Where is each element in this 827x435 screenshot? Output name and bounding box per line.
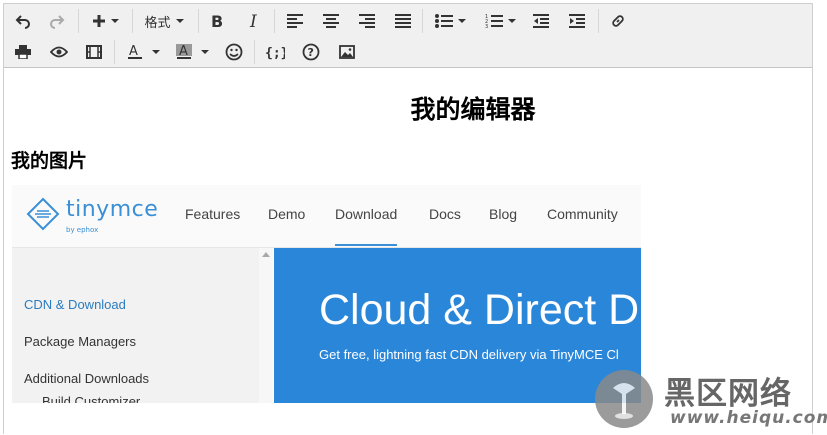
align-justify-icon[interactable] xyxy=(392,8,414,34)
svg-text:?: ? xyxy=(308,46,314,59)
sidebar-item-package-managers[interactable]: Package Managers xyxy=(24,334,136,349)
toolbar-separator xyxy=(78,9,79,33)
toolbar-separator xyxy=(198,9,199,33)
section-heading: 我的图片 xyxy=(11,150,88,172)
background-color-icon[interactable]: A xyxy=(171,39,213,65)
sidebar-item-additional-downloads[interactable]: Additional Downloads xyxy=(24,371,149,386)
numbered-list-icon[interactable]: 123 xyxy=(480,8,520,34)
text-color-icon[interactable]: A xyxy=(122,39,164,65)
svg-text:3: 3 xyxy=(485,24,488,29)
align-right-icon[interactable] xyxy=(356,8,378,34)
image-icon[interactable] xyxy=(336,39,358,65)
svg-text:A: A xyxy=(179,44,188,59)
nav-link-demo[interactable]: Demo xyxy=(268,206,305,222)
nav-link-blog[interactable]: Blog xyxy=(489,206,517,222)
site-nav-bar: tinymce by ephox Features Demo Download … xyxy=(12,185,641,248)
nav-link-docs[interactable]: Docs xyxy=(429,206,461,222)
sidebar-item-build-customizer[interactable]: Build Customizer xyxy=(42,394,140,403)
code-sample-icon[interactable]: {;} xyxy=(262,39,288,65)
emoticon-icon[interactable] xyxy=(223,39,245,65)
print-icon[interactable] xyxy=(12,39,34,65)
format-dropdown[interactable]: 格式 xyxy=(140,8,188,34)
outdent-icon[interactable] xyxy=(530,8,552,34)
undo-icon[interactable] xyxy=(12,8,34,34)
tinymce-logo: tinymce by ephox xyxy=(26,197,159,237)
nav-link-community[interactable]: Community xyxy=(547,206,618,222)
toolbar-separator xyxy=(132,9,133,33)
hero-title: Cloud & Direct D xyxy=(319,286,640,334)
redo-icon[interactable] xyxy=(46,8,68,34)
nav-link-features[interactable]: Features xyxy=(185,206,240,222)
docs-sidebar: CDN & Download Package Managers Addition… xyxy=(12,248,260,403)
toolbar-separator xyxy=(422,9,423,33)
help-icon[interactable]: ? xyxy=(300,39,322,65)
hero-subtitle: Get free, lightning fast CDN delivery vi… xyxy=(319,347,619,362)
preview-eye-icon[interactable] xyxy=(48,39,70,65)
svg-text:A: A xyxy=(129,44,138,59)
tinymce-logo-icon xyxy=(26,197,60,231)
watermark-url: www.heiqu.com xyxy=(670,408,827,428)
align-center-icon[interactable] xyxy=(320,8,342,34)
media-icon[interactable] xyxy=(83,39,105,65)
italic-icon[interactable]: I xyxy=(244,8,266,34)
link-icon[interactable] xyxy=(607,8,629,34)
indent-icon[interactable] xyxy=(566,8,588,34)
bold-icon[interactable]: B xyxy=(206,8,228,34)
logo-subtext: by ephox xyxy=(66,226,99,234)
toolbar-separator xyxy=(274,9,275,33)
page-title: 我的编辑器 xyxy=(410,95,536,124)
scroll-up-arrow-icon[interactable] xyxy=(262,252,270,257)
embedded-screenshot-image[interactable]: tinymce by ephox Features Demo Download … xyxy=(12,185,641,403)
format-dropdown-label: 格式 xyxy=(144,15,171,31)
sidebar-scrollbar[interactable] xyxy=(259,248,273,403)
toolbar-separator xyxy=(254,40,255,64)
sidebar-item-cdn-download[interactable]: CDN & Download xyxy=(24,297,126,312)
watermark: 黑区网络 www.heiqu.com xyxy=(592,368,827,433)
hero-banner: Cloud & Direct D Get free, lightning fas… xyxy=(274,248,641,403)
toolbar-separator xyxy=(598,9,599,33)
svg-text:{;}: {;} xyxy=(265,46,285,60)
align-left-icon[interactable] xyxy=(284,8,306,34)
editor-toolbar: 格式 B I 123 A A {; ? xyxy=(4,4,812,68)
nav-link-download[interactable]: Download xyxy=(335,206,398,246)
svg-text:I: I xyxy=(249,13,257,29)
insert-menu-button[interactable] xyxy=(88,8,122,34)
watermark-brand: 黑区网络 xyxy=(664,376,792,412)
svg-text:B: B xyxy=(211,13,223,29)
logo-text: tinymce xyxy=(66,197,159,222)
watermark-logo-icon xyxy=(595,370,653,428)
toolbar-separator xyxy=(114,40,115,64)
bullet-list-icon[interactable] xyxy=(430,8,470,34)
